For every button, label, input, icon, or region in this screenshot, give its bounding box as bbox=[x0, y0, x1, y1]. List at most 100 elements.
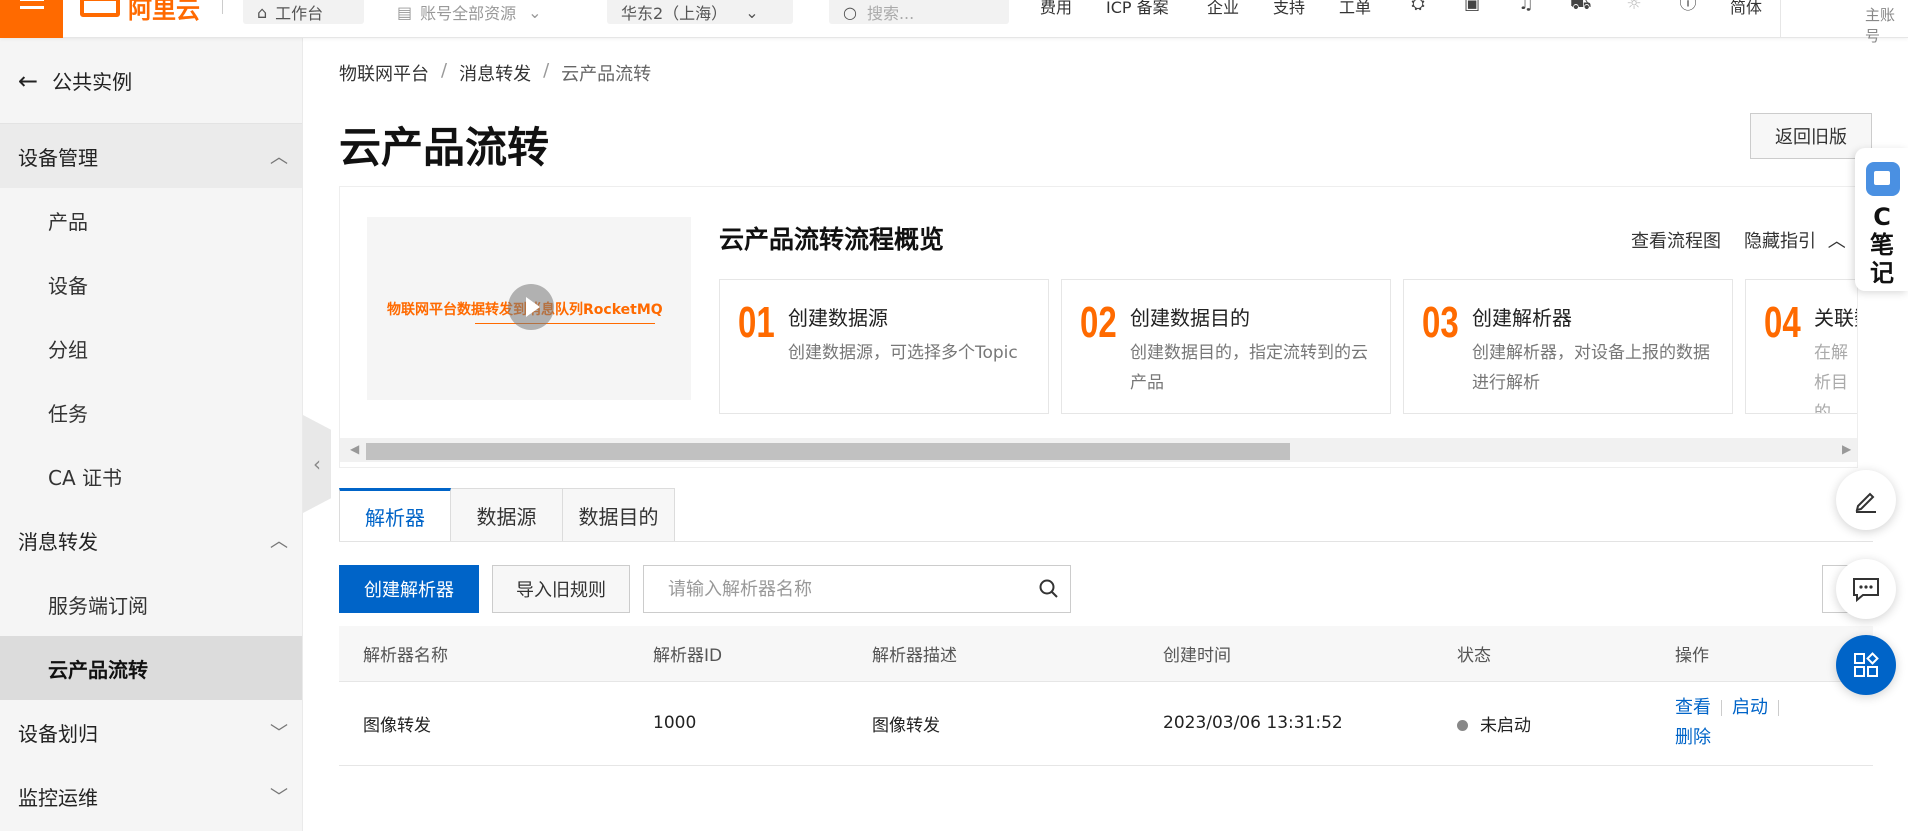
guide-panel: 物联网平台数据转发到消息队列RocketMQ 云产品流转流程概览 查看流程图 隐… bbox=[339, 186, 1858, 468]
sidebar-group-label: 设备划归 bbox=[18, 721, 98, 746]
column-header-id: 解析器ID bbox=[629, 626, 848, 682]
sidebar-item-server-subscription[interactable]: 服务端订阅 bbox=[0, 572, 302, 636]
account-label[interactable]: 主账号 bbox=[1865, 4, 1908, 46]
scroll-left-icon[interactable]: ◀ bbox=[350, 442, 359, 456]
workbench-label: 工作台 bbox=[275, 4, 324, 23]
step-title: 创建解析器 bbox=[1472, 306, 1572, 330]
step-number: 02 bbox=[1080, 298, 1117, 347]
cell-name: 图像转发 bbox=[339, 681, 629, 766]
delete-link[interactable]: 删除 bbox=[1675, 727, 1711, 748]
chevron-down-icon: ⌄ bbox=[528, 2, 542, 22]
sidebar-group-device-assignment[interactable]: 设备划归 ﹀ bbox=[0, 700, 302, 764]
scroll-right-icon[interactable]: ▶ bbox=[1842, 442, 1851, 456]
tab-parser[interactable]: 解析器 bbox=[339, 488, 451, 542]
sidebar-group-label: 监控运维 bbox=[18, 785, 98, 810]
search-icon: ○ bbox=[843, 2, 857, 22]
sidebar-item-cloud-product-flow[interactable]: 云产品流转 bbox=[0, 636, 302, 700]
scrollbar-thumb[interactable] bbox=[366, 443, 1290, 460]
tab-data-destination[interactable]: 数据目的 bbox=[563, 488, 675, 542]
back-to-instances[interactable]: ← 公共实例 bbox=[0, 38, 302, 124]
language-switch[interactable]: 简体 bbox=[1730, 0, 1762, 18]
guide-step-2: 02 创建数据目的 创建数据目的，指定流转到的云产品 bbox=[1061, 279, 1391, 414]
resource-selector[interactable]: ▤ 账号全部资源 ⌄ bbox=[383, 0, 573, 24]
parser-search-input[interactable] bbox=[644, 566, 1024, 612]
notes-label-top: C bbox=[1873, 203, 1891, 231]
create-parser-button[interactable]: 创建解析器 bbox=[339, 565, 479, 613]
back-label: 公共实例 bbox=[52, 70, 133, 94]
divider bbox=[1721, 700, 1722, 716]
column-header-status: 状态 bbox=[1433, 626, 1651, 682]
aliyun-logo[interactable]: 阿里云 bbox=[80, 0, 200, 24]
cell-actions: 查看 启动 删除 bbox=[1651, 681, 1873, 766]
edit-float-button[interactable] bbox=[1836, 470, 1896, 530]
region-selector[interactable]: 华东2（上海） ⌄ bbox=[607, 0, 793, 24]
play-icon[interactable] bbox=[508, 284, 554, 330]
image-icon[interactable]: ▣ bbox=[1462, 0, 1482, 14]
cell-created: 2023/03/06 13:31:52 bbox=[1139, 681, 1433, 766]
cloud-shell-icon[interactable]: ⛭ bbox=[1408, 0, 1428, 14]
step-title: 关联数 bbox=[1814, 306, 1857, 330]
sidebar-item-label: 云产品流转 bbox=[48, 657, 148, 682]
sidebar-group-device-management[interactable]: 设备管理 ︿ bbox=[0, 124, 302, 188]
notes-label: C 笔记 bbox=[1867, 203, 1897, 287]
sidebar-collapse-handle[interactable]: ‹ bbox=[303, 415, 331, 513]
sidebar-item-label: CA 证书 bbox=[48, 465, 123, 490]
divider bbox=[222, 0, 223, 14]
sidebar-item-device[interactable]: 设备 bbox=[0, 252, 302, 316]
hide-guide-link[interactable]: 隐藏指引 ︿ bbox=[1744, 227, 1846, 253]
nav-link-support[interactable]: 支持 bbox=[1273, 0, 1305, 18]
video-caption-underline bbox=[475, 323, 655, 324]
resource-icon: ▤ bbox=[397, 2, 413, 22]
breadcrumb-current: 云产品流转 bbox=[561, 64, 652, 85]
import-old-rules-button[interactable]: 导入旧规则 bbox=[492, 565, 630, 613]
page-title: 云产品流转 bbox=[339, 123, 550, 172]
sidebar-group-monitoring[interactable]: 监控运维 ﹀ bbox=[0, 764, 302, 828]
sidebar-item-label: 分组 bbox=[48, 337, 88, 362]
feedback-float-button[interactable] bbox=[1836, 559, 1896, 619]
sidebar-group-message-forwarding[interactable]: 消息转发 ︿ bbox=[0, 508, 302, 572]
help-icon[interactable]: ⓘ bbox=[1678, 0, 1698, 14]
table-row: 图像转发 1000 图像转发 2023/03/06 13:31:52 未启动 查… bbox=[339, 681, 1873, 766]
view-flow-link[interactable]: 查看流程图 bbox=[1631, 227, 1721, 253]
column-header-description: 解析器描述 bbox=[848, 626, 1139, 682]
chevron-down-icon: ﹀ bbox=[270, 723, 288, 744]
step-number: 01 bbox=[738, 298, 775, 347]
tab-data-source[interactable]: 数据源 bbox=[451, 488, 563, 542]
breadcrumb-link-message-forwarding[interactable]: 消息转发 bbox=[459, 60, 531, 86]
sidebar-item-task[interactable]: 任务 bbox=[0, 380, 302, 444]
breadcrumb: 物联网平台 / 消息转发 / 云产品流转 bbox=[339, 60, 651, 86]
chevron-down-icon: ⌄ bbox=[745, 2, 759, 22]
divider bbox=[1780, 0, 1781, 38]
nav-link-ticket[interactable]: 工单 bbox=[1339, 0, 1371, 18]
status-dot-icon bbox=[1457, 720, 1468, 731]
hide-guide-label: 隐藏指引 bbox=[1744, 231, 1816, 252]
logo-text: 阿里云 bbox=[128, 0, 200, 24]
nav-link-billing[interactable]: 费用 bbox=[1040, 0, 1072, 18]
sidebar-item-group[interactable]: 分组 bbox=[0, 316, 302, 380]
sidebar-item-ca-cert[interactable]: CA 证书 bbox=[0, 444, 302, 508]
cart-icon[interactable]: ⛟ bbox=[1570, 0, 1591, 14]
nav-link-enterprise[interactable]: 企业 bbox=[1207, 0, 1239, 18]
lightbulb-icon[interactable]: ☼ bbox=[1624, 0, 1644, 14]
pencil-icon bbox=[1855, 492, 1876, 513]
start-link[interactable]: 启动 bbox=[1732, 697, 1768, 718]
nav-link-icp[interactable]: ICP 备案 bbox=[1106, 0, 1169, 18]
apps-float-button[interactable] bbox=[1836, 635, 1896, 695]
horizontal-scrollbar[interactable]: ◀ ▶ bbox=[340, 438, 1857, 462]
chevron-up-icon: ︿ bbox=[1827, 231, 1846, 252]
bell-icon[interactable]: ♫ bbox=[1516, 0, 1536, 14]
guide-title: 云产品流转流程概览 bbox=[719, 225, 945, 254]
view-link[interactable]: 查看 bbox=[1675, 697, 1711, 718]
workbench-button[interactable]: ⌂ 工作台 bbox=[243, 0, 364, 24]
guide-video[interactable]: 物联网平台数据转发到消息队列RocketMQ bbox=[367, 217, 691, 400]
menu-icon[interactable] bbox=[0, 0, 63, 38]
status-label: 未启动 bbox=[1480, 715, 1531, 736]
return-old-version-button[interactable]: 返回旧版 bbox=[1750, 113, 1872, 159]
sidebar-item-product[interactable]: 产品 bbox=[0, 188, 302, 252]
step-description: 创建解析器，对设备上报的数据进行解析 bbox=[1472, 343, 1710, 393]
breadcrumb-link-iot-platform[interactable]: 物联网平台 bbox=[339, 60, 429, 86]
global-search[interactable]: ○ 搜索... bbox=[829, 0, 1009, 24]
search-icon[interactable] bbox=[1038, 578, 1060, 600]
notes-widget[interactable]: C 笔记 bbox=[1855, 148, 1908, 291]
step-title: 创建数据目的 bbox=[1130, 306, 1250, 330]
